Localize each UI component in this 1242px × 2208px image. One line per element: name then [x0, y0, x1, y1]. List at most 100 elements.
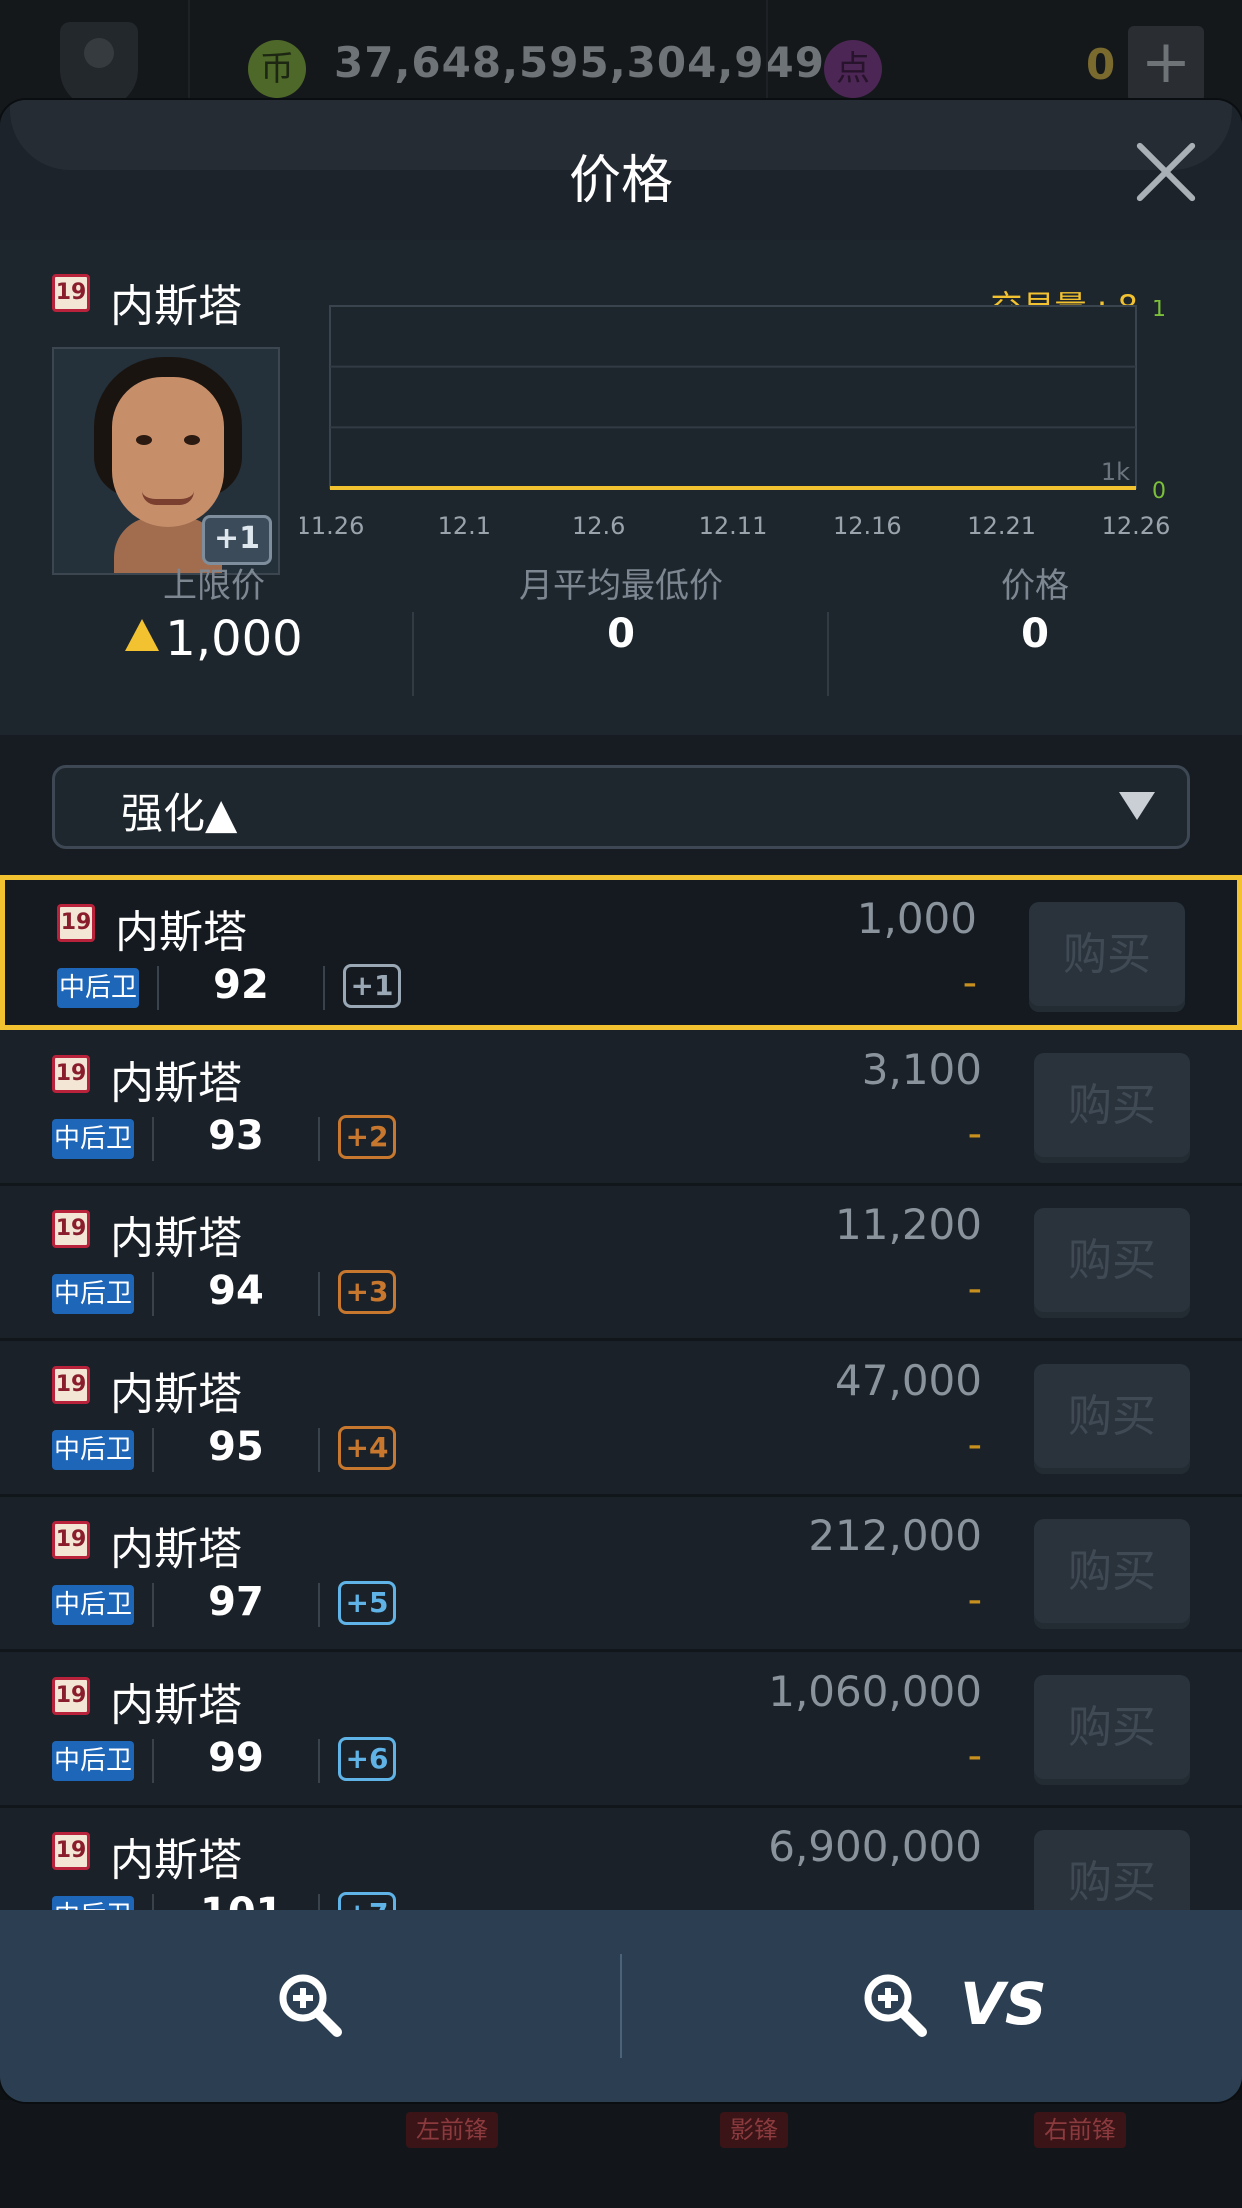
compare-zoom-icon[interactable]: [860, 1970, 930, 2040]
monthly-avg-value: 0: [607, 611, 635, 657]
monthly-avg-label: 月平均最低价: [519, 566, 723, 606]
compare-vs-button[interactable]: VS: [960, 1970, 1047, 2038]
position-badge: 中后卫: [52, 1118, 134, 1159]
zoom-in-button-icon[interactable]: [275, 1970, 345, 2040]
row-divider: [318, 1583, 320, 1627]
price-stats: 上限价 1,000 月平均最低价 0 价格 0: [0, 558, 1242, 678]
photo-eye-left: [136, 435, 152, 445]
buy-button[interactable]: 购买: [1034, 1052, 1190, 1163]
season-badge-icon: 19: [52, 1521, 90, 1559]
x-tick-label: 12.26: [1102, 512, 1171, 540]
listing-row[interactable]: 19 内斯塔 中后卫 92 +1 1,000 - 购买: [0, 875, 1242, 1030]
chart-frame: [329, 305, 1137, 489]
price-stat: 价格 0: [835, 558, 1235, 657]
position-badge: 中后卫: [52, 1740, 134, 1781]
x-tick-label: 12.1: [438, 512, 491, 540]
listing-player-name: 内斯塔: [110, 1835, 242, 1886]
stat-divider-1: [412, 612, 414, 696]
listing-list[interactable]: 19 内斯塔 中后卫 92 +1 1,000- 购买 19 内斯塔 中后卫 93 +2 3,100- 购买…: [0, 875, 1242, 2010]
row-divider: [323, 966, 325, 1010]
sort-area: 强化▲: [0, 735, 1242, 875]
stat-divider-2: [827, 612, 829, 696]
row-divider: [318, 1427, 320, 1472]
x-tick-label: 12.6: [572, 512, 625, 540]
listing-row[interactable]: 19 内斯塔 中后卫 93 +2 3,100 - 购买: [0, 1030, 1242, 1186]
price-change: -: [967, 1266, 982, 1312]
listing-price: 47,000: [835, 1355, 982, 1405]
row-divider: [152, 1738, 154, 1783]
upgrade-level-badge: +2: [338, 1114, 396, 1159]
listing-player-name: 内斯塔: [110, 1213, 242, 1264]
buy-button[interactable]: 购买: [1034, 1674, 1190, 1785]
listing-price: 212,000: [808, 1511, 982, 1560]
chevron-down-icon: [1119, 792, 1155, 820]
listing-price: 1,000: [856, 894, 977, 943]
chart-unit-label: 1k: [1101, 458, 1130, 486]
season-badge-icon: 19: [52, 1054, 90, 1093]
buy-button[interactable]: 购买: [1034, 1208, 1190, 1318]
modal-title: 价格: [568, 151, 673, 211]
sort-dropdown[interactable]: 强化▲: [52, 765, 1190, 849]
listing-row[interactable]: 19 内斯塔中后卫 95 +4 47,000 - 购买: [0, 1341, 1242, 1497]
price-value: 0: [1021, 611, 1049, 657]
price-change: -: [967, 1577, 982, 1623]
listing-row[interactable]: 19 内斯塔 中后卫 99 +6 1,060,000 - 购买: [0, 1652, 1242, 1808]
row-divider: [152, 1116, 154, 1161]
overall-rating: 94: [208, 1268, 264, 1314]
price-history-chart: 11.26 12.1 12.6 12.11 12.16 12.21 12.26 1 0 1k: [300, 300, 1171, 540]
season-badge-icon: 19: [52, 1676, 90, 1715]
listing-row[interactable]: 19 内斯塔 中后卫 97 +5 212,000 - 购买: [0, 1497, 1242, 1652]
row-divider: [152, 1427, 154, 1472]
upgrade-level-badge: +6: [338, 1736, 396, 1781]
upper-limit-stat: 上限价 1,000: [14, 558, 414, 667]
row-divider: [318, 1116, 320, 1161]
x-tick-label: 12.16: [833, 512, 902, 540]
buy-button[interactable]: 购买: [1029, 902, 1185, 1012]
position-tag-rw: 右前锋: [1034, 2112, 1126, 2148]
overall-rating: 99: [208, 1734, 264, 1781]
listing-player-name: 内斯塔: [115, 907, 247, 958]
position-tag-ss: 影锋: [720, 2112, 788, 2148]
upper-limit-value-wrap: 1,000: [14, 611, 414, 667]
player-name: 内斯塔: [110, 281, 242, 332]
buy-button[interactable]: 购买: [1034, 1363, 1190, 1474]
price-change: -: [967, 1732, 982, 1779]
coin-balance: 37,648,595,304,949: [334, 38, 825, 87]
point-icon: 点: [824, 40, 882, 98]
price-change: -: [962, 960, 977, 1006]
listing-player-name: 内斯塔: [110, 1524, 242, 1575]
buy-button[interactable]: 购买: [1034, 1519, 1190, 1629]
row-divider: [152, 1583, 154, 1627]
close-icon[interactable]: [1132, 138, 1198, 204]
position-badge: 中后卫: [57, 968, 139, 1008]
listing-price: 3,100: [861, 1044, 982, 1094]
point-balance: 0: [1086, 40, 1116, 89]
overall-rating: 95: [208, 1423, 264, 1470]
photo-eye-right: [184, 435, 200, 445]
row-divider: [152, 1272, 154, 1316]
season-badge-icon: 19: [57, 904, 95, 942]
row-divider: [318, 1272, 320, 1316]
position-badge: 中后卫: [52, 1429, 134, 1470]
price-change: -: [967, 1110, 982, 1157]
add-points-button[interactable]: +: [1128, 26, 1204, 102]
row-divider: [157, 966, 159, 1010]
manager-shield-icon: [60, 22, 138, 108]
coin-icon: 币: [248, 40, 306, 98]
y-min-label: 0: [1152, 479, 1166, 504]
x-tick-label: 11.26: [300, 512, 364, 540]
season-badge-icon: 19: [52, 1365, 90, 1404]
x-tick-label: 12.11: [699, 512, 768, 540]
listing-row[interactable]: 19 内斯塔 中后卫 94 +3 11,200 - 购买: [0, 1186, 1242, 1341]
season-badge-icon: 19: [52, 1832, 90, 1870]
upgrade-level-badge: +4: [338, 1425, 396, 1470]
overall-rating: 93: [208, 1112, 264, 1159]
price-change: -: [967, 1421, 982, 1468]
position-badge: 中后卫: [52, 1585, 134, 1625]
upgrade-level-badge: +5: [338, 1581, 396, 1625]
y-max-label: 1: [1152, 300, 1166, 322]
row-divider: [318, 1738, 320, 1783]
listing-price: 1,060,000: [768, 1666, 982, 1716]
listing-player-name: 内斯塔: [110, 1368, 242, 1420]
price-label: 价格: [1001, 566, 1069, 606]
